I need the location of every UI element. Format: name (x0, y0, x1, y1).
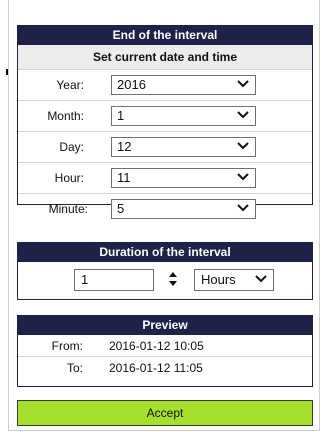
duration-amount-input[interactable]: 1 (74, 269, 154, 291)
preview-to-value: 2016-01-12 11:05 (109, 361, 203, 375)
minute-select[interactable]: 5 (111, 199, 256, 219)
chevron-down-icon (237, 80, 249, 88)
accept-button[interactable]: Accept (17, 400, 313, 426)
day-select[interactable]: 12 (111, 137, 256, 157)
duration-unit-value: Hours (201, 272, 236, 287)
preview-from-label: From: (51, 339, 83, 353)
end-interval-header: End of the interval (18, 26, 312, 45)
year-label: Year: (56, 78, 84, 92)
month-select[interactable]: 1 (111, 106, 256, 126)
year-select[interactable]: 2016 (111, 75, 256, 95)
day-row: Day: 12 (18, 132, 312, 163)
set-current-datetime-label: Set current date and time (18, 45, 312, 70)
duration-panel: Duration of the interval 1 Hours (17, 242, 313, 300)
chevron-down-icon (237, 204, 249, 212)
month-value: 1 (117, 108, 125, 123)
preview-from-value: 2016-01-12 10:05 (109, 339, 204, 353)
hour-row: Hour: 11 (18, 163, 312, 194)
duration-row: 1 Hours (18, 262, 312, 300)
hour-value: 11 (117, 170, 131, 185)
month-row: Month: 1 (18, 101, 312, 132)
preview-from-row: From: 2016-01-12 10:05 (18, 335, 312, 357)
minute-value: 5 (117, 201, 125, 216)
hour-select[interactable]: 11 (111, 168, 256, 188)
chevron-down-icon (237, 111, 249, 119)
hour-label: Hour: (54, 171, 84, 185)
edge-marker (6, 69, 8, 75)
preview-header: Preview (18, 316, 312, 335)
end-interval-panel: End of the interval Set current date and… (17, 25, 313, 219)
duration-header: Duration of the interval (18, 243, 312, 262)
spinner-arrows-icon[interactable] (168, 271, 178, 287)
chevron-down-icon (237, 173, 249, 181)
day-value: 12 (117, 139, 132, 154)
chevron-down-icon (255, 275, 267, 283)
day-label: Day: (59, 140, 84, 154)
preview-panel: Preview From: 2016-01-12 10:05 To: 2016-… (17, 315, 313, 387)
minute-row: Minute: 5 (18, 194, 312, 225)
year-row: Year: 2016 (18, 70, 312, 101)
year-value: 2016 (117, 77, 146, 92)
preview-to-row: To: 2016-01-12 11:05 (18, 357, 312, 379)
chevron-down-icon (237, 142, 249, 150)
month-label: Month: (47, 109, 84, 123)
minute-label: Minute: (48, 202, 88, 216)
preview-to-label: To: (66, 361, 83, 375)
duration-unit-select[interactable]: Hours (194, 269, 274, 291)
